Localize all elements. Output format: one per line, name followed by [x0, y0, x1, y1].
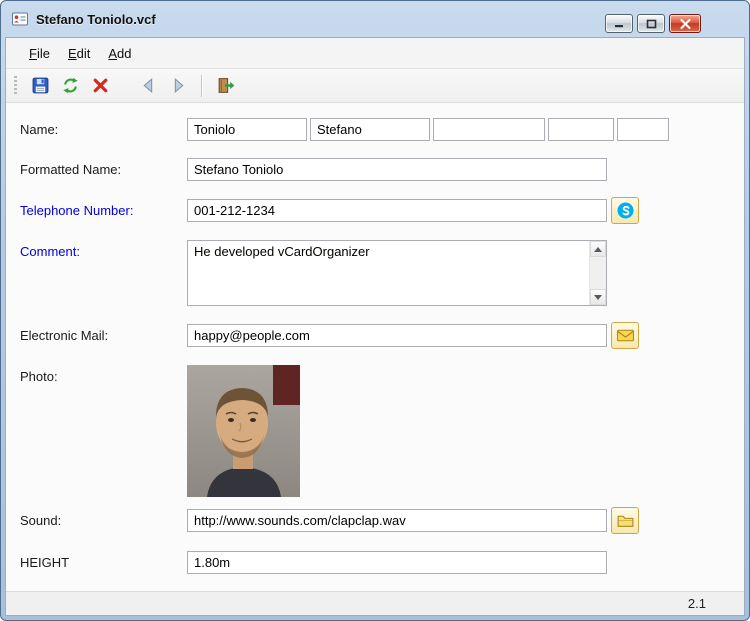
close-button[interactable] [669, 14, 701, 33]
additional-name-input[interactable] [433, 117, 545, 141]
vcard-app-icon [12, 12, 28, 26]
maximize-icon [646, 19, 656, 28]
minimize-button[interactable] [605, 14, 633, 33]
given-name-input[interactable] [310, 117, 430, 141]
previous-button[interactable] [135, 73, 161, 99]
toolbar-separator [201, 74, 202, 97]
menu-add[interactable]: Add [99, 42, 140, 65]
field-row-photo: Photo: [20, 365, 730, 497]
field-row-telephone: Telephone Number: [20, 197, 730, 224]
delete-icon [93, 78, 107, 93]
client-area: File Edit Add Name: Toniolo Stefano Form… [5, 37, 745, 616]
menu-file[interactable]: File [20, 42, 59, 65]
exit-icon [218, 78, 234, 93]
formatted-name-label: Formatted Name: [20, 161, 122, 177]
toolbar-gripper [14, 75, 17, 96]
name-label: Name: [20, 121, 59, 137]
field-row-comment: Comment: He developed vCardOrganizer [20, 240, 730, 306]
save-button[interactable] [27, 73, 53, 99]
refresh-button[interactable] [57, 73, 83, 99]
delete-button[interactable] [87, 73, 113, 99]
name-prefix-input[interactable] [548, 117, 614, 141]
comment-scrollbar[interactable] [589, 241, 606, 305]
field-row-formatted-name: Formatted Name: [20, 157, 730, 181]
vcard-version-text: 2.1 [687, 596, 706, 611]
scroll-down-button[interactable] [590, 289, 606, 305]
menu-bar: File Edit Add [6, 38, 744, 68]
photo-image [187, 365, 300, 497]
family-name-input[interactable] [187, 117, 307, 141]
comment-textarea[interactable]: He developed vCardOrganizer [188, 241, 588, 305]
formatted-name-input[interactable] [187, 157, 607, 181]
photo-label: Photo: [20, 369, 58, 384]
email-label: Electronic Mail: [20, 328, 109, 343]
next-icon [174, 78, 184, 93]
scroll-up-button[interactable] [590, 241, 606, 257]
telephone-label[interactable]: Telephone Number: [20, 203, 187, 218]
next-button[interactable] [165, 73, 191, 99]
skype-call-button[interactable] [611, 197, 639, 224]
refresh-icon [62, 77, 78, 94]
save-icon [32, 77, 48, 94]
vcard-editor-window: Stefano Toniolo.vcf File Edit Add Name: … [0, 0, 750, 621]
send-email-button[interactable] [611, 322, 639, 349]
browse-sound-button[interactable] [611, 507, 639, 534]
scroll-down-icon [594, 294, 602, 300]
name-inputs [187, 117, 669, 141]
status-bar: 2.1 [6, 591, 744, 615]
scroll-up-icon [594, 246, 602, 252]
field-row-email: Electronic Mail: [20, 322, 730, 349]
comment-label[interactable]: Comment: [20, 240, 187, 259]
window-title: Stefano Toniolo.vcf [36, 11, 156, 27]
sound-input[interactable] [187, 509, 607, 532]
name-suffix-input[interactable] [617, 117, 669, 141]
menu-edit[interactable]: Edit [59, 42, 99, 65]
skype-icon [616, 202, 634, 219]
field-row-height: HEIGHT [20, 550, 730, 574]
window-controls [605, 14, 701, 33]
height-input[interactable] [187, 550, 607, 574]
contact-photo[interactable] [187, 365, 300, 497]
field-row-sound: Sound: [20, 507, 730, 534]
folder-icon [617, 515, 633, 527]
vcard-form: Name: Formatted Name: Telephone Number: [6, 103, 744, 591]
previous-icon [142, 78, 152, 93]
minimize-icon [615, 25, 623, 28]
height-label: HEIGHT [20, 554, 70, 570]
toolbar [6, 68, 744, 103]
close-icon [680, 18, 690, 29]
email-input[interactable] [187, 324, 607, 347]
comment-box: He developed vCardOrganizer [187, 240, 607, 306]
exit-button[interactable] [212, 73, 238, 99]
field-row-name: Name: [20, 117, 730, 141]
email-icon [616, 329, 634, 342]
sound-label: Sound: [20, 513, 62, 528]
maximize-button[interactable] [637, 14, 665, 33]
telephone-input[interactable] [187, 199, 607, 222]
